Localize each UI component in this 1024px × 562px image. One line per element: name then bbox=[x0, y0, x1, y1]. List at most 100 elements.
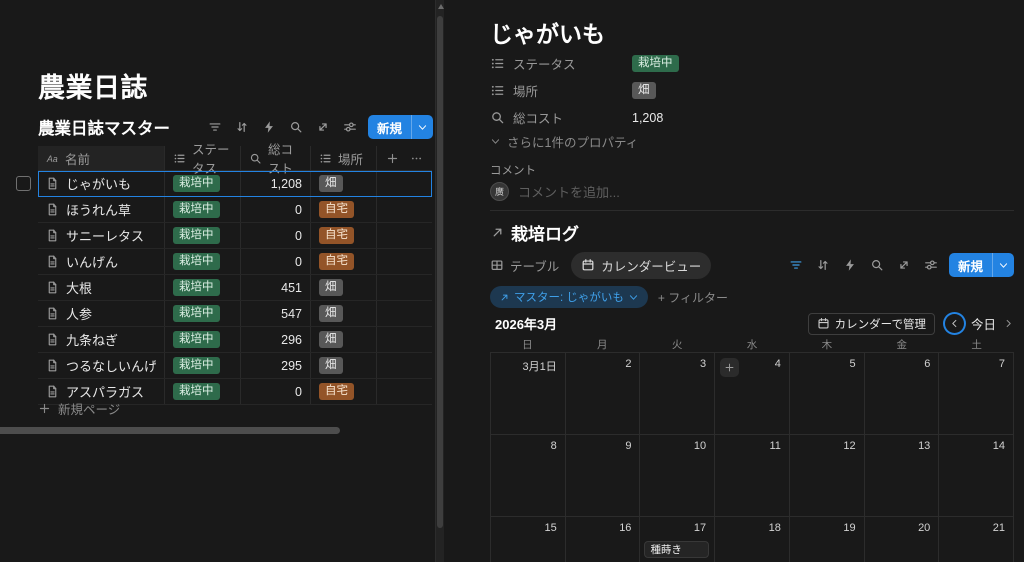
row-cost-cell[interactable]: 547 bbox=[240, 301, 310, 326]
database-title[interactable]: 農業日誌マスター bbox=[38, 115, 170, 139]
view-options-icon[interactable] bbox=[343, 120, 357, 134]
manage-calendar-button[interactable]: カレンダーで管理 bbox=[808, 313, 935, 335]
vertical-scrollbar-thumb[interactable] bbox=[437, 16, 443, 528]
table-row[interactable]: 人参栽培中547畑 bbox=[38, 301, 432, 327]
row-status-cell[interactable]: 栽培中 bbox=[164, 171, 240, 196]
row-status-cell[interactable]: 栽培中 bbox=[164, 197, 240, 222]
calendar-day-cell[interactable]: 15 bbox=[490, 517, 565, 562]
row-status-cell[interactable]: 栽培中 bbox=[164, 353, 240, 378]
row-status-cell[interactable]: 栽培中 bbox=[164, 327, 240, 352]
table-row[interactable]: ほうれん草栽培中0自宅 bbox=[38, 197, 432, 223]
calendar-day-cell[interactable]: 6 bbox=[864, 353, 939, 434]
next-month-button[interactable] bbox=[1003, 318, 1014, 329]
calendar-day-cell[interactable]: 5 bbox=[789, 353, 864, 434]
today-button[interactable]: 今日 bbox=[971, 314, 996, 333]
horizontal-scrollbar-thumb[interactable] bbox=[0, 427, 340, 434]
row-place-cell[interactable]: 自宅 bbox=[310, 197, 376, 222]
more-options-icon[interactable] bbox=[410, 152, 423, 165]
row-name-cell[interactable]: いんげん bbox=[38, 249, 164, 274]
row-place-cell[interactable]: 自宅 bbox=[310, 249, 376, 274]
row-name-cell[interactable]: 大根 bbox=[38, 275, 164, 300]
column-header-cost[interactable]: 総コスト bbox=[240, 146, 310, 170]
row-cost-cell[interactable]: 296 bbox=[240, 327, 310, 352]
row-cost-cell[interactable]: 0 bbox=[240, 197, 310, 222]
row-status-cell[interactable]: 栽培中 bbox=[164, 301, 240, 326]
row-status-cell[interactable]: 栽培中 bbox=[164, 249, 240, 274]
calendar-day-cell[interactable]: 3月1日 bbox=[490, 353, 565, 434]
row-cost-cell[interactable]: 0 bbox=[240, 249, 310, 274]
row-place-cell[interactable]: 畑 bbox=[310, 353, 376, 378]
calendar-day-cell[interactable]: 20 bbox=[864, 517, 939, 562]
row-name-cell[interactable]: つるなしいんげん bbox=[38, 353, 164, 378]
sort-icon[interactable] bbox=[235, 120, 249, 134]
search-icon[interactable] bbox=[289, 120, 303, 134]
new-button[interactable]: 新規 bbox=[368, 115, 433, 139]
calendar-day-cell[interactable]: 14 bbox=[938, 435, 1014, 516]
property-row[interactable]: 場所畑 bbox=[490, 77, 1014, 104]
automation-icon[interactable] bbox=[262, 120, 276, 134]
search-icon[interactable] bbox=[870, 258, 884, 272]
table-row[interactable]: 九条ねぎ栽培中296畑 bbox=[38, 327, 432, 353]
more-properties-button[interactable]: さらに1件のプロパティ bbox=[490, 132, 638, 151]
row-place-cell[interactable]: 畑 bbox=[310, 171, 376, 196]
calendar-day-cell[interactable]: 17種蒔き bbox=[639, 517, 714, 562]
row-name-cell[interactable]: 九条ねぎ bbox=[38, 327, 164, 352]
automation-icon[interactable] bbox=[843, 258, 857, 272]
row-name-cell[interactable]: じゃがいも bbox=[38, 171, 164, 196]
row-place-cell[interactable]: 自宅 bbox=[310, 223, 376, 248]
new-button-dropdown[interactable] bbox=[993, 260, 1014, 271]
prev-month-button[interactable] bbox=[945, 314, 964, 333]
table-row[interactable]: つるなしいんげん栽培中295畑 bbox=[38, 353, 432, 379]
row-checkbox[interactable] bbox=[16, 176, 31, 191]
calendar-event[interactable]: 種蒔き bbox=[644, 541, 709, 558]
calendar-day-cell[interactable]: 4 bbox=[714, 353, 789, 434]
tab-table-view[interactable]: テーブル bbox=[490, 256, 559, 275]
row-place-cell[interactable]: 畑 bbox=[310, 327, 376, 352]
table-row[interactable]: いんげん栽培中0自宅 bbox=[38, 249, 432, 275]
expand-icon[interactable] bbox=[316, 120, 330, 134]
calendar-day-cell[interactable]: 21 bbox=[938, 517, 1014, 562]
new-button[interactable]: 新規 bbox=[949, 253, 1014, 277]
table-row[interactable]: 大根栽培中451畑 bbox=[38, 275, 432, 301]
row-status-cell[interactable]: 栽培中 bbox=[164, 275, 240, 300]
row-place-cell[interactable]: 畑 bbox=[310, 275, 376, 300]
add-filter-button[interactable]: + フィルター bbox=[658, 289, 728, 306]
calendar-day-cell[interactable]: 8 bbox=[490, 435, 565, 516]
property-row[interactable]: ステータス栽培中 bbox=[490, 50, 1014, 77]
calendar-day-cell[interactable]: 18 bbox=[714, 517, 789, 562]
filter-chip[interactable]: マスター: じゃがいも bbox=[490, 286, 648, 308]
calendar-day-cell[interactable]: 16 bbox=[565, 517, 640, 562]
tab-calendar-view[interactable]: カレンダービュー bbox=[571, 252, 711, 279]
filter-icon[interactable] bbox=[208, 120, 222, 134]
column-header-place[interactable]: 場所 bbox=[310, 146, 376, 170]
row-name-cell[interactable]: ほうれん草 bbox=[38, 197, 164, 222]
row-status-cell[interactable]: 栽培中 bbox=[164, 223, 240, 248]
record-title[interactable]: じゃがいも bbox=[490, 15, 605, 49]
row-name-cell[interactable]: 人参 bbox=[38, 301, 164, 326]
row-cost-cell[interactable]: 451 bbox=[240, 275, 310, 300]
calendar-day-cell[interactable]: 12 bbox=[789, 435, 864, 516]
calendar-day-cell[interactable]: 11 bbox=[714, 435, 789, 516]
expand-icon[interactable] bbox=[897, 258, 911, 272]
calendar-day-cell[interactable]: 7 bbox=[938, 353, 1014, 434]
calendar-day-cell[interactable]: 10 bbox=[639, 435, 714, 516]
calendar-day-cell[interactable]: 13 bbox=[864, 435, 939, 516]
row-cost-cell[interactable]: 1,208 bbox=[240, 171, 310, 196]
add-column-icon[interactable] bbox=[386, 152, 399, 165]
filter-icon[interactable] bbox=[789, 258, 803, 272]
calendar-day-cell[interactable]: 9 bbox=[565, 435, 640, 516]
new-button-dropdown[interactable] bbox=[412, 122, 433, 133]
column-header-status[interactable]: ステータス bbox=[164, 146, 240, 170]
property-row[interactable]: 総コスト1,208 bbox=[490, 104, 1014, 131]
table-row[interactable]: じゃがいも栽培中1,208畑 bbox=[38, 171, 432, 197]
column-header-name[interactable]: Aa 名前 bbox=[38, 146, 164, 170]
sort-icon[interactable] bbox=[816, 258, 830, 272]
row-place-cell[interactable]: 畑 bbox=[310, 301, 376, 326]
table-row[interactable]: サニーレタス栽培中0自宅 bbox=[38, 223, 432, 249]
row-cost-cell[interactable]: 295 bbox=[240, 353, 310, 378]
calendar-day-cell[interactable]: 19 bbox=[789, 517, 864, 562]
row-cost-cell[interactable]: 0 bbox=[240, 223, 310, 248]
row-name-cell[interactable]: サニーレタス bbox=[38, 223, 164, 248]
calendar-day-cell[interactable]: 2 bbox=[565, 353, 640, 434]
view-options-icon[interactable] bbox=[924, 258, 938, 272]
